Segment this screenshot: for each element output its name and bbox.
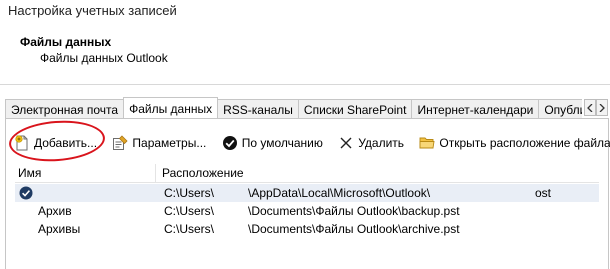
chevron-right-icon bbox=[599, 104, 605, 112]
row-location-path: \AppData\Local\Microsoft\Outlook\ bbox=[248, 186, 431, 200]
row-location-path: \Documents\Файлы Outlook\backup.pst bbox=[248, 204, 460, 218]
check-circle-icon bbox=[222, 135, 238, 151]
table-row[interactable]: Архив C:\Users\ \Documents\Файлы Outlook… bbox=[15, 202, 599, 220]
window-title: Настройка учетных записей bbox=[8, 3, 177, 18]
tab-internet-calendars[interactable]: Интернет-календари bbox=[411, 99, 540, 118]
settings-button[interactable]: Параметры... bbox=[112, 133, 206, 153]
set-default-button[interactable]: По умолчанию bbox=[222, 133, 323, 153]
column-header-location[interactable]: Расположение bbox=[162, 166, 244, 180]
row-location: C:\Users\ bbox=[164, 222, 215, 236]
open-file-location-button-label: Открыть расположение файла... bbox=[439, 136, 610, 150]
default-check-icon bbox=[19, 186, 33, 200]
tab-email[interactable]: Электронная почта bbox=[5, 99, 125, 118]
settings-button-label: Параметры... bbox=[132, 136, 207, 150]
tab-strip: Электронная почта Файлы данных RSS-каналы С… bbox=[5, 97, 582, 118]
column-divider bbox=[155, 164, 156, 182]
column-header-name[interactable]: Имя bbox=[18, 166, 41, 180]
remove-button[interactable]: Удалить bbox=[338, 133, 404, 153]
tab-published-calendars[interactable]: Опубликованные календари bbox=[538, 99, 582, 118]
row-location-path: \Documents\Файлы Outlook\archive.pst bbox=[248, 222, 460, 236]
tab-data-files[interactable]: Файлы данных bbox=[123, 97, 219, 118]
remove-button-label: Удалить bbox=[358, 136, 405, 150]
open-file-location-button[interactable]: Открыть расположение файла... bbox=[419, 133, 610, 153]
page-subtitle: Файлы данных Outlook bbox=[40, 51, 168, 65]
tab-scroll-left-button[interactable] bbox=[584, 99, 596, 116]
table-header: Имя Расположение bbox=[15, 164, 599, 183]
row-name: Архив bbox=[38, 204, 72, 218]
settings-icon bbox=[112, 135, 128, 151]
row-location: C:\Users\ bbox=[164, 186, 215, 200]
chevron-left-icon bbox=[587, 104, 593, 112]
row-name: Архивы bbox=[38, 222, 81, 236]
folder-icon bbox=[419, 135, 435, 151]
tab-sharepoint-lists[interactable]: Списки SharePoint bbox=[297, 99, 413, 118]
row-location-extension: ost bbox=[535, 186, 552, 200]
page-title: Файлы данных bbox=[20, 35, 112, 49]
table-row[interactable]: C:\Users\ \AppData\Local\Microsoft\Outlo… bbox=[15, 184, 599, 202]
table-row[interactable]: Архивы C:\Users\ \Documents\Файлы Outloo… bbox=[15, 220, 599, 238]
set-default-button-label: По умолчанию bbox=[241, 136, 323, 150]
tab-rss-feeds[interactable]: RSS-каналы bbox=[217, 99, 299, 118]
tab-scroll-right-button[interactable] bbox=[596, 99, 608, 116]
row-location: C:\Users\ bbox=[164, 204, 215, 218]
close-icon bbox=[338, 135, 354, 151]
header-divider bbox=[0, 84, 610, 85]
